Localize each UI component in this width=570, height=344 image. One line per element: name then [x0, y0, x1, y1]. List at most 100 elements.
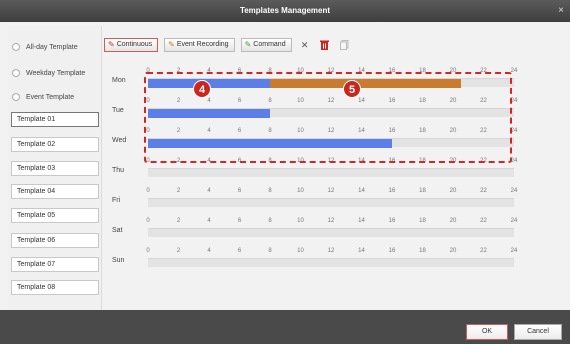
radio-icon[interactable]: [12, 43, 20, 51]
hour-tick-label: 4: [207, 68, 211, 74]
dialog-footer: OK Cancel: [0, 310, 570, 344]
hour-tick-label: 4: [207, 248, 211, 254]
event-recording-button[interactable]: ✎ Event Recording: [164, 38, 235, 52]
ok-button[interactable]: OK: [466, 324, 508, 340]
weekly-schedule: Mon 0 2 4 6 8 10 12 14 16 18 20 22 24 Tue 0 2 4 6 8 10 12 14 16…: [112, 68, 517, 308]
hour-tick-label: 20: [449, 188, 457, 194]
hour-tick-label: 2: [176, 158, 181, 164]
hour-tick-label: 0: [146, 248, 150, 254]
hour-tick-label: 8: [268, 98, 272, 104]
hour-tick-label: 2: [176, 218, 181, 224]
hour-tick-label: 20: [449, 98, 457, 104]
window-title: Templates Management: [239, 6, 331, 15]
radio-label: Weekday Template: [26, 69, 86, 77]
hour-tick-label: 4: [207, 218, 211, 224]
hour-tick-label: 20: [449, 158, 457, 164]
command-label: Command: [253, 41, 286, 48]
hour-tick-label: 10: [297, 158, 304, 164]
day-timeline-track[interactable]: [148, 108, 514, 118]
template-01-button[interactable]: Template 01: [11, 112, 99, 127]
close-icon[interactable]: ×: [558, 0, 564, 22]
hour-tick-label: 0: [146, 158, 150, 164]
hour-tick-label: 6: [237, 128, 242, 134]
hour-tick-label: 22: [480, 248, 487, 254]
template-05-button[interactable]: Template 05: [11, 208, 99, 223]
template-04-button[interactable]: Template 04: [11, 184, 99, 199]
day-label: Sun: [112, 257, 125, 264]
day-timeline-track[interactable]: [148, 198, 514, 207]
hour-tick-label: 0: [146, 218, 150, 224]
template-06-button[interactable]: Template 06: [11, 233, 99, 248]
title-bar: Templates Management ×: [0, 0, 570, 22]
event-recording-label: Event Recording: [176, 41, 229, 48]
hour-tick-label: 10: [297, 98, 304, 104]
hour-tick-label: 16: [388, 158, 396, 164]
hour-tick-label: 18: [419, 98, 426, 104]
hour-tick-label: 20: [449, 248, 457, 254]
template-07-button[interactable]: Template 07: [11, 257, 99, 272]
hour-tick-row: 0 2 4 6 8 10 12 14 16 18 20 22 24: [146, 188, 517, 196]
radio-icon[interactable]: [12, 93, 20, 101]
hour-tick-label: 16: [388, 68, 396, 74]
day-timeline-track[interactable]: [148, 228, 514, 237]
hour-tick-label: 10: [297, 188, 304, 194]
pencil-icon: ✎: [244, 40, 252, 49]
radio-all-day-template[interactable]: All-day Template: [8, 40, 78, 54]
copy-icon[interactable]: [338, 38, 352, 52]
hour-tick-label: 8: [268, 218, 272, 224]
hour-tick-label: 16: [388, 218, 396, 224]
continuous-button[interactable]: ✎ Continuous: [104, 38, 159, 52]
hour-tick-label: 6: [237, 158, 242, 164]
hour-tick-label: 14: [358, 218, 365, 224]
radio-weekday-template[interactable]: Weekday Template: [8, 66, 85, 80]
template-02-button[interactable]: Template 02: [11, 137, 99, 152]
day-timeline-track[interactable]: [148, 258, 514, 267]
continuous-recording-segment[interactable]: [148, 139, 392, 148]
hour-tick-label: 18: [419, 248, 426, 254]
day-label: Tue: [112, 107, 124, 114]
hour-tick-label: 0: [146, 98, 150, 104]
callout-badge-4: 4: [193, 80, 211, 98]
hour-tick-label: 4: [207, 128, 211, 134]
day-label: Fri: [112, 197, 121, 204]
hour-tick-label: 22: [480, 158, 487, 164]
hour-tick-label: 24: [510, 128, 518, 134]
hour-tick-label: 6: [237, 68, 242, 74]
hour-tick-label: 24: [510, 68, 518, 74]
trash-icon[interactable]: [318, 38, 332, 52]
day-label: Sat: [112, 227, 123, 234]
template-sidebar: All-day Template Weekday Template Event …: [8, 26, 102, 310]
templates-management-dialog: Templates Management × All-day Template …: [0, 0, 570, 344]
day-timeline-track[interactable]: [148, 168, 514, 177]
hour-tick-label: 6: [237, 188, 242, 194]
day-timeline-track[interactable]: [148, 138, 514, 148]
delete-icon[interactable]: ✕: [298, 38, 312, 52]
hour-tick-row: 0 2 4 6 8 10 12 14 16 18 20 22 24: [146, 248, 517, 256]
hour-tick-label: 10: [297, 68, 304, 74]
hour-tick-label: 16: [388, 128, 396, 134]
cancel-button[interactable]: Cancel: [514, 324, 562, 340]
hour-tick-label: 24: [510, 218, 518, 224]
hour-tick-label: 8: [268, 128, 272, 134]
hour-tick-label: 18: [419, 218, 426, 224]
hour-tick-label: 2: [176, 98, 181, 104]
hour-tick-label: 6: [237, 248, 242, 254]
hour-tick-label: 2: [176, 68, 181, 74]
radio-icon[interactable]: [12, 69, 20, 77]
template-08-button[interactable]: Template 08: [11, 280, 99, 295]
event-recording-segment[interactable]: [270, 79, 461, 88]
hour-tick-label: 2: [176, 128, 181, 134]
hour-tick-label: 8: [268, 158, 272, 164]
continuous-recording-segment[interactable]: [148, 109, 270, 118]
hour-tick-label: 0: [146, 68, 150, 74]
hour-tick-label: 2: [176, 188, 181, 194]
hour-tick-label: 14: [358, 128, 365, 134]
hour-tick-label: 16: [388, 188, 396, 194]
command-button[interactable]: ✎ Command: [240, 38, 292, 52]
radio-event-template[interactable]: Event Template: [8, 90, 74, 104]
template-03-button[interactable]: Template 03: [11, 161, 99, 176]
hour-tick-label: 14: [358, 188, 365, 194]
hour-tick-label: 4: [207, 188, 211, 194]
hour-tick-label: 18: [419, 188, 426, 194]
hour-tick-label: 12: [327, 68, 335, 74]
